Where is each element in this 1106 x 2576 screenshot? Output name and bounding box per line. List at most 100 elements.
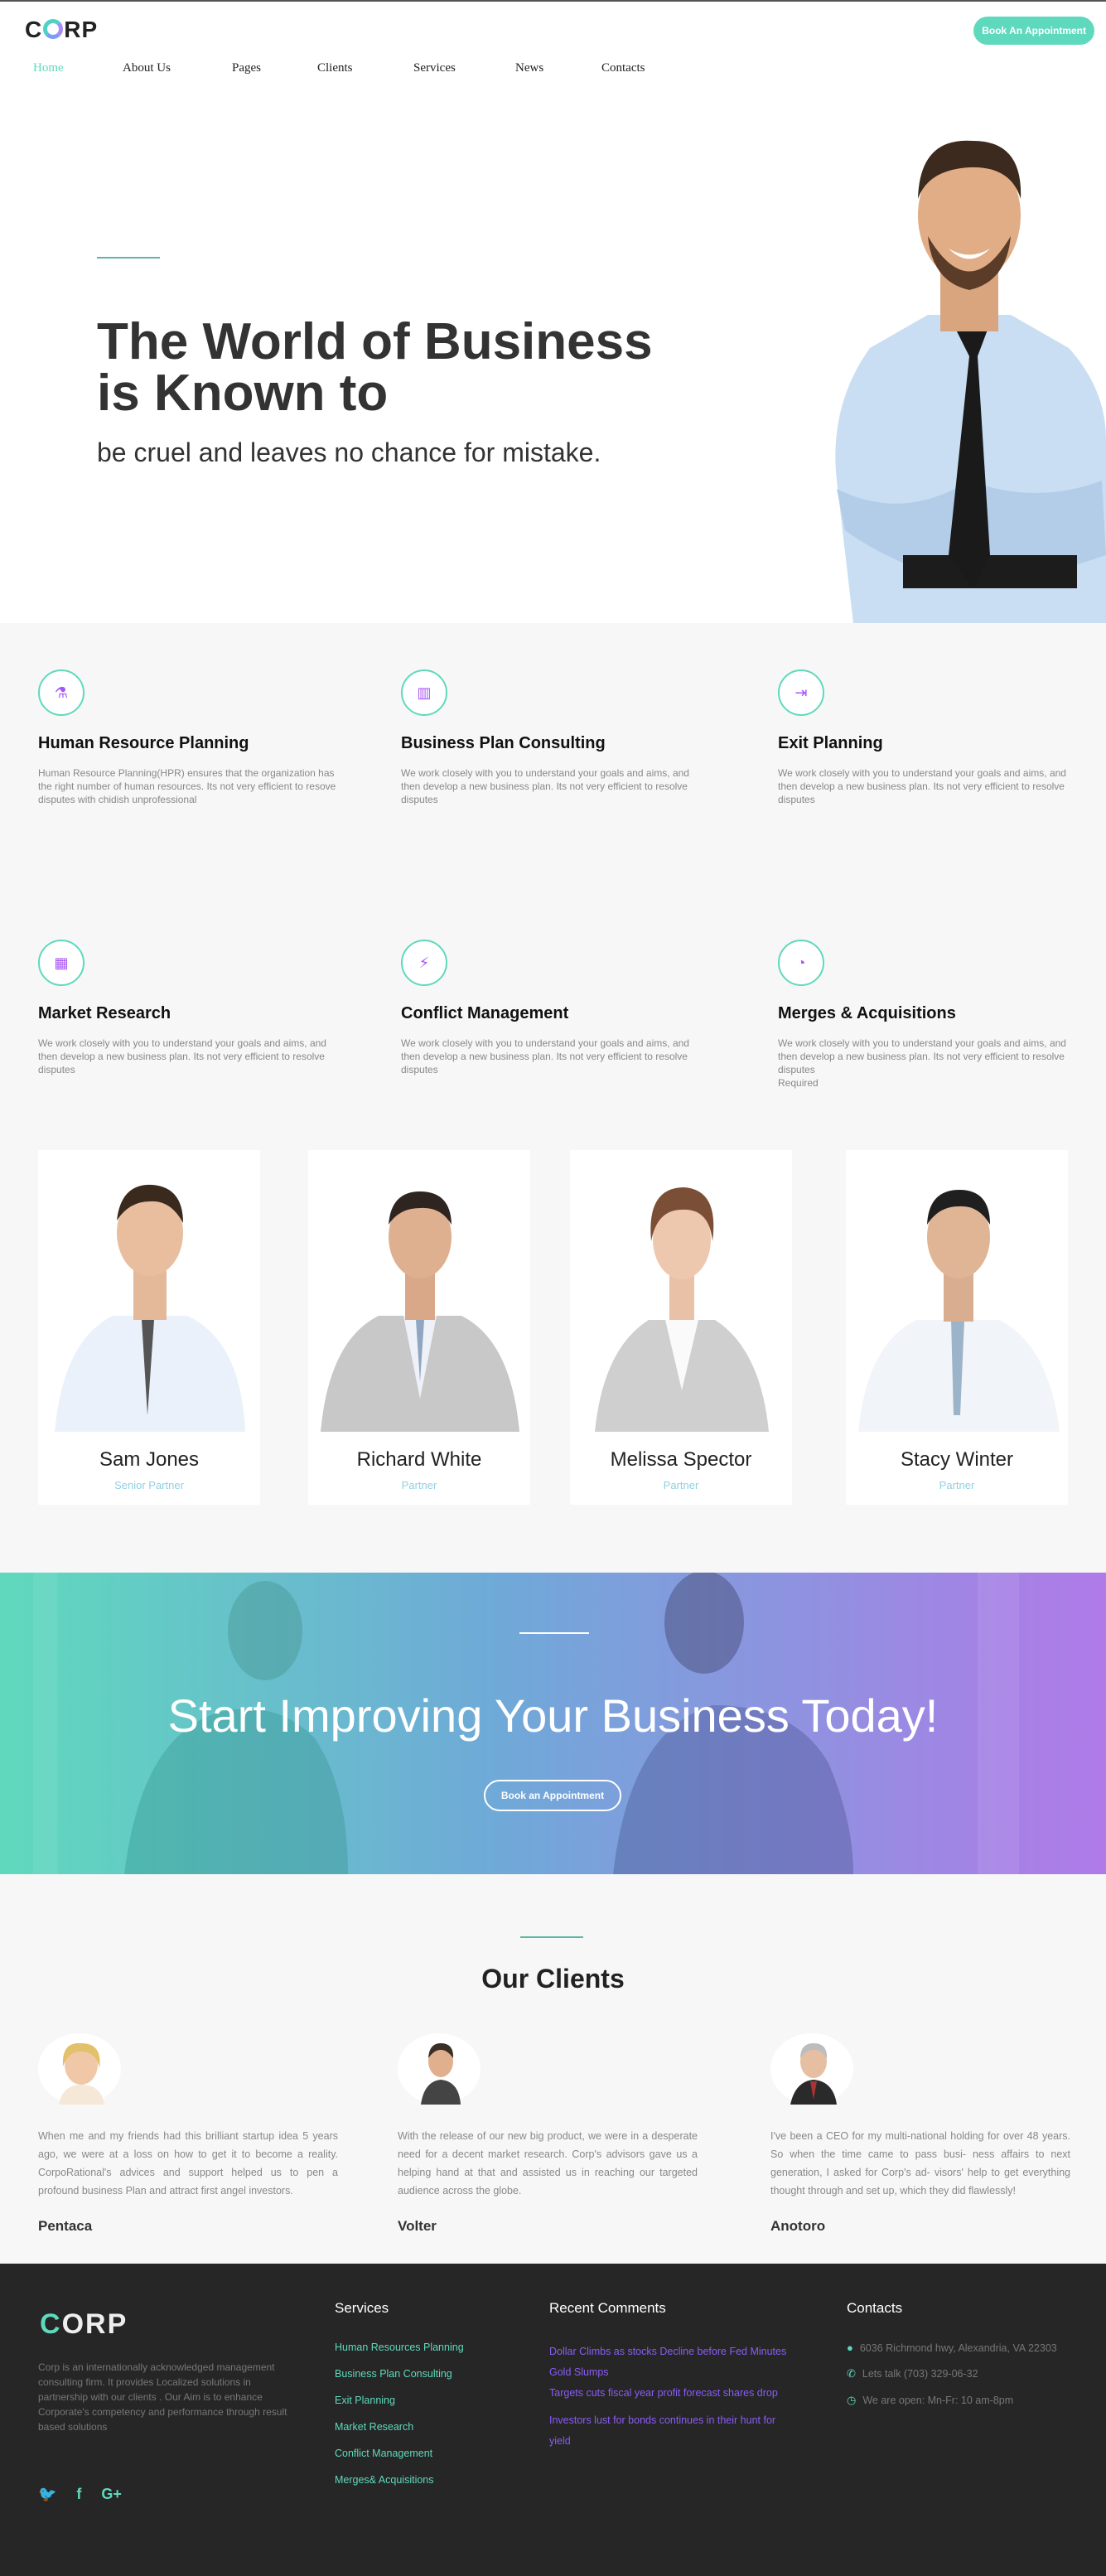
client-testimonial: When me and my friends had this brillian… (38, 2033, 338, 2235)
service-title: Business Plan Consulting (401, 734, 606, 752)
client-testimonial: I've been a CEO for my multi-national ho… (770, 2033, 1070, 2235)
footer-logo[interactable]: CORP (40, 2308, 128, 2341)
nav-news[interactable]: News (515, 61, 601, 75)
banner-title: Start Improving Your Business Today! (167, 1689, 939, 1742)
footer-service-link[interactable]: Market Research (335, 2421, 464, 2433)
team-photo-stacy-winter (846, 1150, 1068, 1432)
hero-title-line-1: The World of Business (97, 313, 653, 370)
footer-service-link[interactable]: Conflict Management (335, 2448, 464, 2459)
footer-comments-heading: Recent Comments (549, 2300, 666, 2316)
google-plus-icon[interactable]: G+ (101, 2486, 122, 2503)
team-role: Partner (663, 1479, 699, 1491)
book-icon: ▥ (401, 669, 447, 716)
team-section: Sam Jones Senior Partner Richard White P… (0, 1137, 1106, 1573)
footer-about: Corp is an internationally acknowledged … (38, 2361, 287, 2433)
team-role: Partner (401, 1479, 437, 1491)
footer-service-link[interactable]: Human Resources Planning (335, 2342, 464, 2353)
service-text: We work closely with you to understand y… (778, 1037, 1066, 1075)
client-quote: With the release of our new big product,… (398, 2130, 698, 2197)
footer-phone: ✆ Lets talk (703) 329-06-32 (847, 2367, 1057, 2380)
client-quote: When me and my friends had this brillian… (38, 2130, 338, 2197)
team-photo-richard-white (308, 1150, 530, 1432)
footer-comment-link[interactable]: Investors lust for bonds continues in th… (549, 2410, 798, 2452)
service-item: ⚗ Human Resource Planning Human Resource… (38, 669, 336, 806)
footer-comment-link[interactable]: Dollar Climbs as stocks Decline before F… (549, 2342, 798, 2383)
clients-divider (520, 1936, 583, 1938)
service-text: We work closely with you to understand y… (401, 767, 689, 805)
nav-clients[interactable]: Clients (317, 61, 413, 75)
client-avatar (398, 2033, 481, 2105)
clients-title: Our Clients (481, 1964, 625, 1994)
team-photo-melissa-spector (570, 1150, 792, 1432)
services-section: ⚗ Human Resource Planning Human Resource… (0, 623, 1106, 1137)
footer: CORP Corp is an internationally acknowle… (0, 2264, 1106, 2576)
team-role: Senior Partner (114, 1479, 184, 1491)
team-card[interactable]: Richard White Partner (308, 1150, 530, 1505)
banner-book-appointment-button[interactable]: Book an Appointment (484, 1780, 621, 1811)
service-title: Human Resource Planning (38, 734, 249, 752)
nav-about-us[interactable]: About Us (123, 61, 232, 75)
nav-contacts[interactable]: Contacts (601, 61, 645, 75)
team-name: Melissa Spector (610, 1448, 752, 1471)
hero-subtitle: be cruel and leaves no chance for mistak… (97, 437, 601, 467)
service-item: ◔ Merges & Acquisitions We work closely … (778, 940, 1076, 1090)
hero-title: The World of Business is Known to (97, 317, 653, 419)
team-card[interactable]: Melissa Spector Partner (570, 1150, 792, 1505)
service-item: ⚡ Conflict Management We work closely wi… (401, 940, 699, 1076)
nav-pages[interactable]: Pages (232, 61, 317, 75)
service-text: We work closely with you to understand y… (401, 1037, 689, 1075)
hero-section: The World of Business is Known to be cru… (0, 91, 1106, 623)
service-text: Human Resource Planning(HPR) ensures tha… (38, 767, 336, 805)
client-name: Pentaca (38, 2218, 93, 2234)
client-quote: I've been a CEO for my multi-national ho… (770, 2130, 1070, 2197)
page: C RP Book An Appointment Home About Us Pa… (0, 0, 1106, 2576)
service-text: We work closely with you to understand y… (778, 767, 1066, 805)
service-item: ⇥ Exit Planning We work closely with you… (778, 669, 1076, 806)
footer-address-text: 6036 Richmond hwy, Alexandria, VA 22303 (859, 2342, 1057, 2354)
facebook-icon[interactable]: f (76, 2486, 81, 2503)
logo-text-end: RP (64, 17, 99, 42)
clients-section: Our Clients When me and my friends had t… (0, 1874, 1106, 2264)
footer-phone-text: Lets talk (703) 329-06-32 (862, 2368, 978, 2380)
footer-comment-link[interactable]: Targets cuts fiscal year profit forecast… (549, 2383, 798, 2404)
book-appointment-button[interactable]: Book An Appointment (973, 17, 1094, 45)
service-item: ▥ Business Plan Consulting We work close… (401, 669, 699, 806)
twitter-icon[interactable]: 🐦 (38, 2486, 56, 2503)
team-card[interactable]: Stacy Winter Partner (846, 1150, 1068, 1505)
team-name: Stacy Winter (900, 1448, 1014, 1471)
pie-icon: ◔ (778, 940, 824, 986)
hero-businessman-image (835, 140, 1106, 623)
header: C RP Book An Appointment Home About Us Pa… (0, 0, 1106, 91)
phone-icon: ✆ (847, 2367, 856, 2380)
team-card[interactable]: Sam Jones Senior Partner (38, 1150, 260, 1505)
service-extra-text: Required (778, 1077, 819, 1089)
footer-service-link[interactable]: Business Plan Consulting (335, 2368, 464, 2380)
nav-home[interactable]: Home (33, 61, 123, 75)
footer-service-link[interactable]: Exit Planning (335, 2395, 464, 2406)
service-title: Merges & Acquisitions (778, 1004, 956, 1022)
logo-text-start: C (25, 17, 43, 42)
team-role: Partner (939, 1479, 975, 1491)
client-name: Anotoro (770, 2218, 826, 2234)
nav-services[interactable]: Services (413, 61, 515, 75)
logo[interactable]: C RP (25, 17, 98, 43)
footer-services: Services Human Resources Planning Busine… (335, 2300, 464, 2501)
service-text: We work closely with you to understand y… (38, 1037, 326, 1075)
bolt-icon: ⚡ (401, 940, 447, 986)
service-item: ▦ Market Research We work closely with y… (38, 940, 336, 1076)
chart-icon: ▦ (38, 940, 85, 986)
footer-services-heading: Services (335, 2300, 389, 2316)
footer-service-link[interactable]: Merges& Acquisitions (335, 2474, 464, 2486)
footer-hours: ◷ We are open: Mn-Fr: 10 am-8pm (847, 2394, 1057, 2407)
team-name: Richard White (356, 1448, 482, 1471)
service-title: Exit Planning (778, 734, 883, 752)
cta-banner: Start Improving Your Business Today! Boo… (0, 1573, 1106, 1874)
banner-divider (519, 1632, 589, 1634)
clock-icon: ◷ (847, 2394, 857, 2406)
location-pin-icon: ● (847, 2342, 853, 2354)
hero-title-line-2: is Known to (97, 365, 389, 422)
footer-logo-text-end: ORP (61, 2308, 128, 2340)
team-photo-sam-jones (38, 1150, 260, 1432)
footer-social: 🐦 f G+ (38, 2486, 122, 2503)
client-avatar (770, 2033, 853, 2105)
